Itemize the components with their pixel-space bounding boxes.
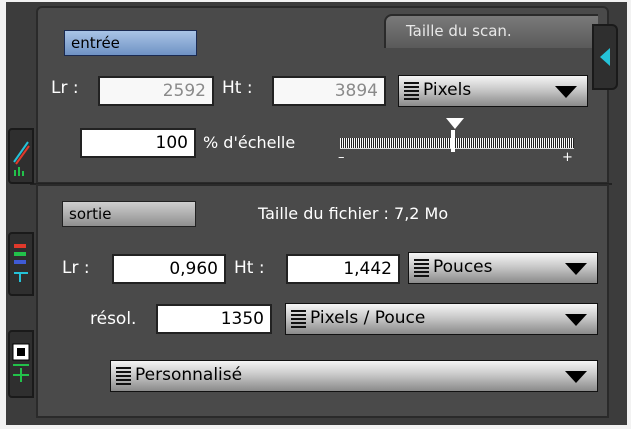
input-unit-dropdown[interactable]: Pixels (398, 75, 588, 107)
input-tag-label: entrée (71, 34, 120, 52)
slider-pointer-icon[interactable] (446, 118, 464, 129)
input-height-field[interactable]: 3894 (272, 76, 386, 106)
chevron-down-icon (555, 86, 577, 98)
output-tag[interactable]: sortie (62, 201, 196, 227)
collapse-tab[interactable] (592, 24, 618, 90)
side-tab-frame[interactable] (8, 330, 34, 398)
resolution-unit-value: Pixels / Pouce (310, 308, 426, 328)
input-height-label: Ht : (222, 78, 253, 98)
scale-field[interactable]: 100 (80, 128, 196, 158)
scale-label: % d'échelle (203, 133, 296, 152)
scan-size-tab[interactable]: Taille du scan. (384, 14, 598, 48)
frame-add-icon (12, 343, 30, 382)
output-width-field[interactable]: 0,960 (112, 254, 226, 284)
input-width-label: Lr : (51, 78, 79, 98)
levels-icon (14, 244, 28, 282)
grip-icon (414, 259, 429, 277)
output-height-field[interactable]: 1,442 (286, 254, 400, 284)
grip-icon (404, 82, 419, 100)
output-unit-dropdown[interactable]: Pouces (408, 252, 598, 284)
scan-size-title: Taille du scan. (406, 22, 512, 40)
side-tab-curves[interactable] (8, 128, 34, 184)
chevron-down-icon (565, 371, 587, 383)
resolution-label: résol. (90, 309, 137, 329)
chevron-down-icon (565, 314, 587, 326)
input-tag[interactable]: entrée (64, 30, 197, 56)
output-width-label: Lr : (62, 258, 90, 278)
slider-min-label: – (338, 150, 345, 165)
grip-icon (116, 367, 131, 385)
resolution-unit-dropdown[interactable]: Pixels / Pouce (285, 303, 598, 335)
input-width-field[interactable]: 2592 (98, 76, 214, 106)
chevron-down-icon (565, 263, 587, 275)
output-unit-value: Pouces (433, 257, 493, 277)
resolution-field[interactable]: 1350 (156, 304, 272, 334)
scan-settings-window: Taille du scan. entrée Lr : 2592 Ht : 38… (0, 0, 631, 429)
grip-icon (291, 310, 306, 328)
output-tag-label: sortie (69, 205, 112, 223)
file-size-label: Taille du fichier : 7,2 Mo (258, 204, 449, 223)
slider-max-label: + (562, 150, 573, 165)
preset-dropdown[interactable]: Personnalisé (110, 360, 598, 392)
color-curve-icon (13, 141, 30, 176)
output-height-label: Ht : (234, 258, 265, 278)
scale-slider[interactable] (340, 138, 574, 149)
preset-value: Personnalisé (135, 365, 243, 385)
side-tab-levels[interactable] (8, 232, 34, 296)
slider-knob[interactable] (451, 130, 455, 152)
collapse-arrow-icon (600, 48, 610, 66)
input-unit-value: Pixels (423, 80, 472, 100)
